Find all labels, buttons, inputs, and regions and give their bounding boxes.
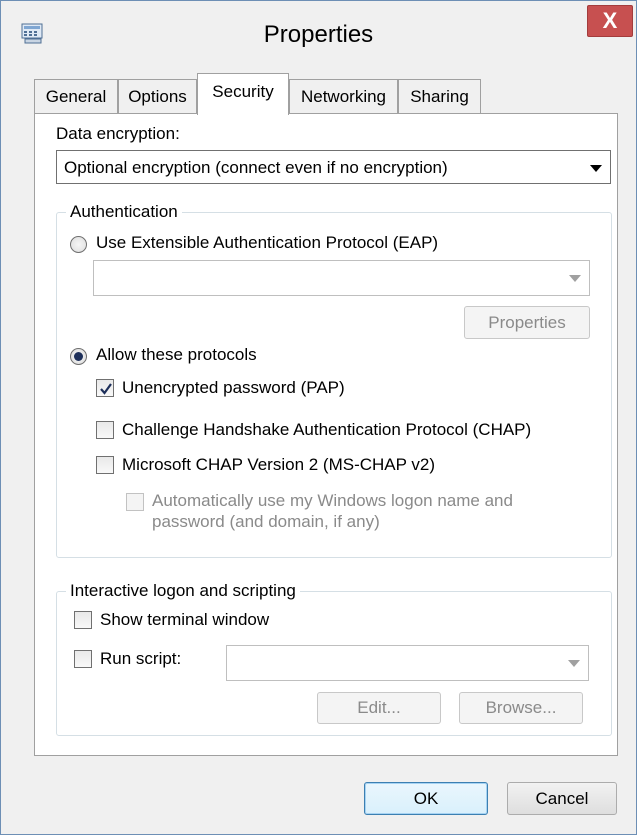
run-script-dropdown[interactable] (226, 645, 589, 681)
show-terminal-label[interactable]: Show terminal window (100, 610, 269, 630)
chevron-down-icon (568, 660, 580, 667)
properties-dialog: Properties X General Options Security Ne… (0, 0, 637, 835)
tab-options[interactable]: Options (118, 79, 197, 113)
eap-properties-button[interactable]: Properties (464, 306, 590, 339)
run-script-checkbox[interactable] (74, 650, 92, 668)
auto-logon-label-line1: Automatically use my Windows logon name … (152, 491, 513, 510)
chevron-down-icon (569, 275, 581, 282)
tab-label: Options (128, 87, 187, 106)
eap-radio[interactable] (70, 236, 87, 253)
data-encryption-value: Optional encryption (connect even if no … (64, 158, 448, 177)
close-icon: X (602, 8, 618, 33)
run-script-label[interactable]: Run script: (100, 649, 181, 669)
tab-sharing[interactable]: Sharing (398, 79, 481, 113)
tab-label: Security (212, 82, 274, 101)
ok-button[interactable]: OK (364, 782, 488, 815)
edit-script-label: Edit... (357, 698, 401, 717)
interactive-logon-group-label: Interactive logon and scripting (66, 581, 300, 601)
cancel-button[interactable]: Cancel (507, 782, 617, 815)
eap-properties-label: Properties (488, 313, 566, 332)
eap-radio-label[interactable]: Use Extensible Authentication Protocol (… (96, 233, 438, 253)
edit-script-button[interactable]: Edit... (317, 692, 441, 724)
tab-label: Sharing (410, 87, 469, 106)
auto-logon-label-line2: password (and domain, if any) (152, 512, 380, 531)
cancel-label: Cancel (535, 789, 589, 808)
allow-protocols-label[interactable]: Allow these protocols (96, 345, 257, 365)
tab-networking[interactable]: Networking (289, 79, 398, 113)
chevron-down-icon (590, 165, 602, 172)
tab-label: Networking (300, 87, 387, 106)
ok-label: OK (413, 789, 439, 808)
mschapv2-checkbox[interactable] (96, 456, 114, 474)
data-encryption-dropdown[interactable]: Optional encryption (connect even if no … (56, 150, 611, 184)
tab-general[interactable]: General (34, 79, 118, 113)
eap-type-dropdown[interactable] (93, 260, 590, 296)
chap-label[interactable]: Challenge Handshake Authentication Proto… (122, 420, 531, 440)
pap-label[interactable]: Unencrypted password (PAP) (122, 378, 345, 398)
data-encryption-label: Data encryption: (56, 124, 180, 143)
authentication-group-label: Authentication (66, 202, 182, 222)
pap-checkbox[interactable] (96, 379, 114, 397)
title-bar[interactable]: Properties X (1, 1, 636, 69)
checkmark-icon (100, 383, 112, 395)
show-terminal-checkbox[interactable] (74, 611, 92, 629)
allow-protocols-radio[interactable] (70, 348, 87, 365)
auto-logon-checkbox[interactable] (126, 493, 144, 511)
window-title: Properties (263, 21, 374, 48)
browse-script-label: Browse... (485, 698, 557, 717)
tab-label: General (45, 87, 107, 106)
close-button[interactable]: X (587, 5, 633, 37)
mschapv2-label[interactable]: Microsoft CHAP Version 2 (MS-CHAP v2) (122, 455, 435, 475)
browse-script-button[interactable]: Browse... (459, 692, 583, 724)
tab-security[interactable]: Security (197, 73, 289, 115)
chap-checkbox[interactable] (96, 421, 114, 439)
security-tab-panel: Data encryption: Optional encryption (co… (34, 113, 618, 756)
